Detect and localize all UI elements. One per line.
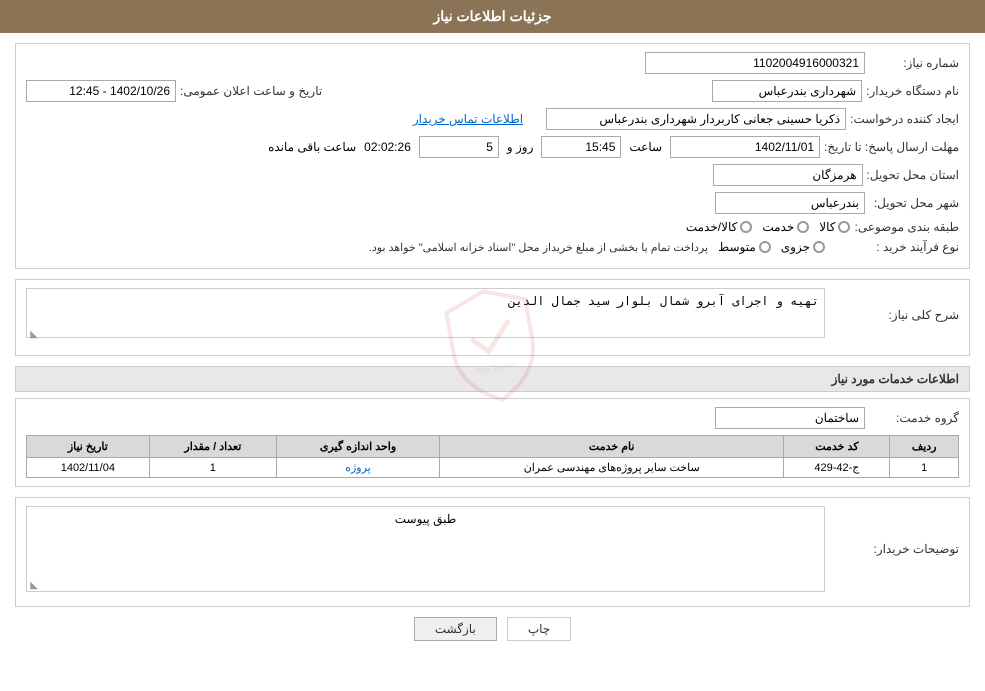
- category-kala-service-radio[interactable]: [740, 221, 752, 233]
- response-time-input[interactable]: [541, 136, 621, 158]
- process-label: نوع فرآیند خرید :: [829, 240, 959, 254]
- category-label: طبقه بندی موضوعی:: [854, 220, 959, 234]
- buyer-notes-label: توضیحات خریدار:: [829, 542, 959, 556]
- description-textarea[interactable]: تهیه و اجرای آبرو شمال بلوار سید جمال ال…: [26, 288, 825, 338]
- process-motevaset-label: متوسط: [718, 240, 756, 254]
- need-number-input[interactable]: [645, 52, 865, 74]
- announce-row: نام دستگاه خریدار: تاریخ و ساعت اعلان عم…: [26, 80, 959, 102]
- category-kala-label: کالا: [819, 220, 835, 234]
- services-section-title: اطلاعات خدمات مورد نیاز: [15, 366, 970, 392]
- description-label: شرح کلی نیاز:: [829, 308, 959, 322]
- province-input[interactable]: [713, 164, 863, 186]
- response-date-input[interactable]: [670, 136, 820, 158]
- process-motevaset-item[interactable]: متوسط: [718, 240, 771, 254]
- basic-info-section: شماره نیاز: نام دستگاه خریدار: تاریخ و س…: [15, 43, 970, 269]
- buyer-org-label: نام دستگاه خریدار:: [866, 84, 959, 98]
- cell-code-0: ج-42-429: [784, 458, 890, 478]
- notes-resize-handle[interactable]: ◣: [26, 580, 38, 592]
- province-row: استان محل تحویل:: [26, 164, 959, 186]
- province-label: استان محل تحویل:: [867, 168, 959, 182]
- category-service-radio[interactable]: [797, 221, 809, 233]
- category-kala-item[interactable]: کالا: [819, 220, 850, 234]
- announce-date-label: تاریخ و ساعت اعلان عمومی:: [180, 84, 322, 98]
- requester-label: ایجاد کننده درخواست:: [850, 112, 959, 126]
- page-header: جزئیات اطلاعات نیاز: [0, 0, 985, 33]
- category-row: طبقه بندی موضوعی: کالا خدمت کالا/خدمت: [26, 220, 959, 234]
- days-input[interactable]: [419, 136, 499, 158]
- service-group-label: گروه خدمت:: [869, 411, 959, 425]
- category-kala-service-item[interactable]: کالا/خدمت: [686, 220, 752, 234]
- process-jozvi-label: جزوی: [781, 240, 810, 254]
- cell-unit-0: پروژه: [277, 458, 440, 478]
- deadline-label: مهلت ارسال پاسخ: تا تاریخ:: [824, 140, 959, 154]
- col-quantity-header: تعداد / مقدار: [149, 436, 276, 458]
- requester-input[interactable]: [546, 108, 846, 130]
- buyer-org-input[interactable]: [712, 80, 862, 102]
- description-container: تهیه و اجرای آبرو شمال بلوار سید جمال ال…: [26, 288, 825, 341]
- table-header-row: ردیف کد خدمت نام خدمت واحد اندازه گیری ت…: [27, 436, 959, 458]
- cell-date-0: 1402/11/04: [27, 458, 150, 478]
- category-service-label: خدمت: [762, 220, 794, 234]
- remaining-label: ساعت باقی مانده: [268, 140, 356, 154]
- category-kala-radio[interactable]: [838, 221, 850, 233]
- services-table: ردیف کد خدمت نام خدمت واحد اندازه گیری ت…: [26, 435, 959, 478]
- service-group-input[interactable]: [715, 407, 865, 429]
- print-button[interactable]: چاپ: [507, 617, 571, 641]
- city-row: شهر محل تحویل:: [26, 192, 959, 214]
- cell-quantity-0: 1: [149, 458, 276, 478]
- category-service-item[interactable]: خدمت: [762, 220, 809, 234]
- city-input[interactable]: [715, 192, 865, 214]
- deadline-row: مهلت ارسال پاسخ: تا تاریخ: ساعت روز و 02…: [26, 136, 959, 158]
- announce-date-input[interactable]: [26, 80, 176, 102]
- table-row: 1 ج-42-429 ساخت سایر پروژه‌های مهندسی عم…: [27, 458, 959, 478]
- buyer-notes-textarea[interactable]: [32, 531, 819, 583]
- buyer-notes-section: توضیحات خریدار: طبق پیوست ◣: [15, 497, 970, 607]
- cell-name-0: ساخت سایر پروژه‌های مهندسی عمران: [439, 458, 784, 478]
- description-section: شرح کلی نیاز: تهیه و اجرای آبرو شمال بلو…: [15, 279, 970, 356]
- col-date-header: تاریخ نیاز: [27, 436, 150, 458]
- page-title: جزئیات اطلاعات نیاز: [433, 8, 551, 24]
- city-label: شهر محل تحویل:: [869, 196, 959, 210]
- remaining-time-value: 02:02:26: [364, 140, 411, 154]
- description-row: شرح کلی نیاز: تهیه و اجرای آبرو شمال بلو…: [26, 288, 959, 341]
- process-jozvi-item[interactable]: جزوی: [781, 240, 825, 254]
- notes-header-text: طبق پیوست: [32, 512, 819, 526]
- services-section: گروه خدمت: ردیف کد خدمت نام خدمت واحد ان…: [15, 398, 970, 487]
- back-button[interactable]: بازگشت: [414, 617, 497, 641]
- category-kala-service-label: کالا/خدمت: [686, 220, 737, 234]
- days-label: روز و: [507, 140, 534, 154]
- col-code-header: کد خدمت: [784, 436, 890, 458]
- process-motevaset-radio[interactable]: [759, 241, 771, 253]
- process-jozvi-radio[interactable]: [813, 241, 825, 253]
- buyer-notes-inner: طبق پیوست: [26, 506, 825, 592]
- col-unit-header: واحد اندازه گیری: [277, 436, 440, 458]
- process-description: پرداخت تمام یا بخشی از مبلغ خریداز محل "…: [369, 241, 708, 254]
- process-radio-group: جزوی متوسط پرداخت تمام یا بخشی از مبلغ خ…: [369, 240, 825, 254]
- buyer-notes-container: طبق پیوست ◣: [26, 506, 825, 592]
- contact-link[interactable]: اطلاعات تماس خریدار: [413, 112, 523, 126]
- requester-row: ایجاد کننده درخواست: اطلاعات تماس خریدار: [26, 108, 959, 130]
- process-row: نوع فرآیند خرید : جزوی متوسط پرداخت تمام…: [26, 240, 959, 254]
- cell-row-0: 1: [890, 458, 959, 478]
- buyer-notes-row: توضیحات خریدار: طبق پیوست ◣: [26, 506, 959, 592]
- category-radio-group: کالا خدمت کالا/خدمت: [686, 220, 851, 234]
- col-row-header: ردیف: [890, 436, 959, 458]
- col-name-header: نام خدمت: [439, 436, 784, 458]
- resize-handle[interactable]: ◣: [26, 329, 38, 341]
- time-separator-label: ساعت: [629, 140, 662, 154]
- need-number-label: شماره نیاز:: [869, 56, 959, 70]
- need-number-row: شماره نیاز:: [26, 52, 959, 74]
- service-group-row: گروه خدمت:: [26, 407, 959, 429]
- action-buttons: چاپ بازگشت: [15, 617, 970, 641]
